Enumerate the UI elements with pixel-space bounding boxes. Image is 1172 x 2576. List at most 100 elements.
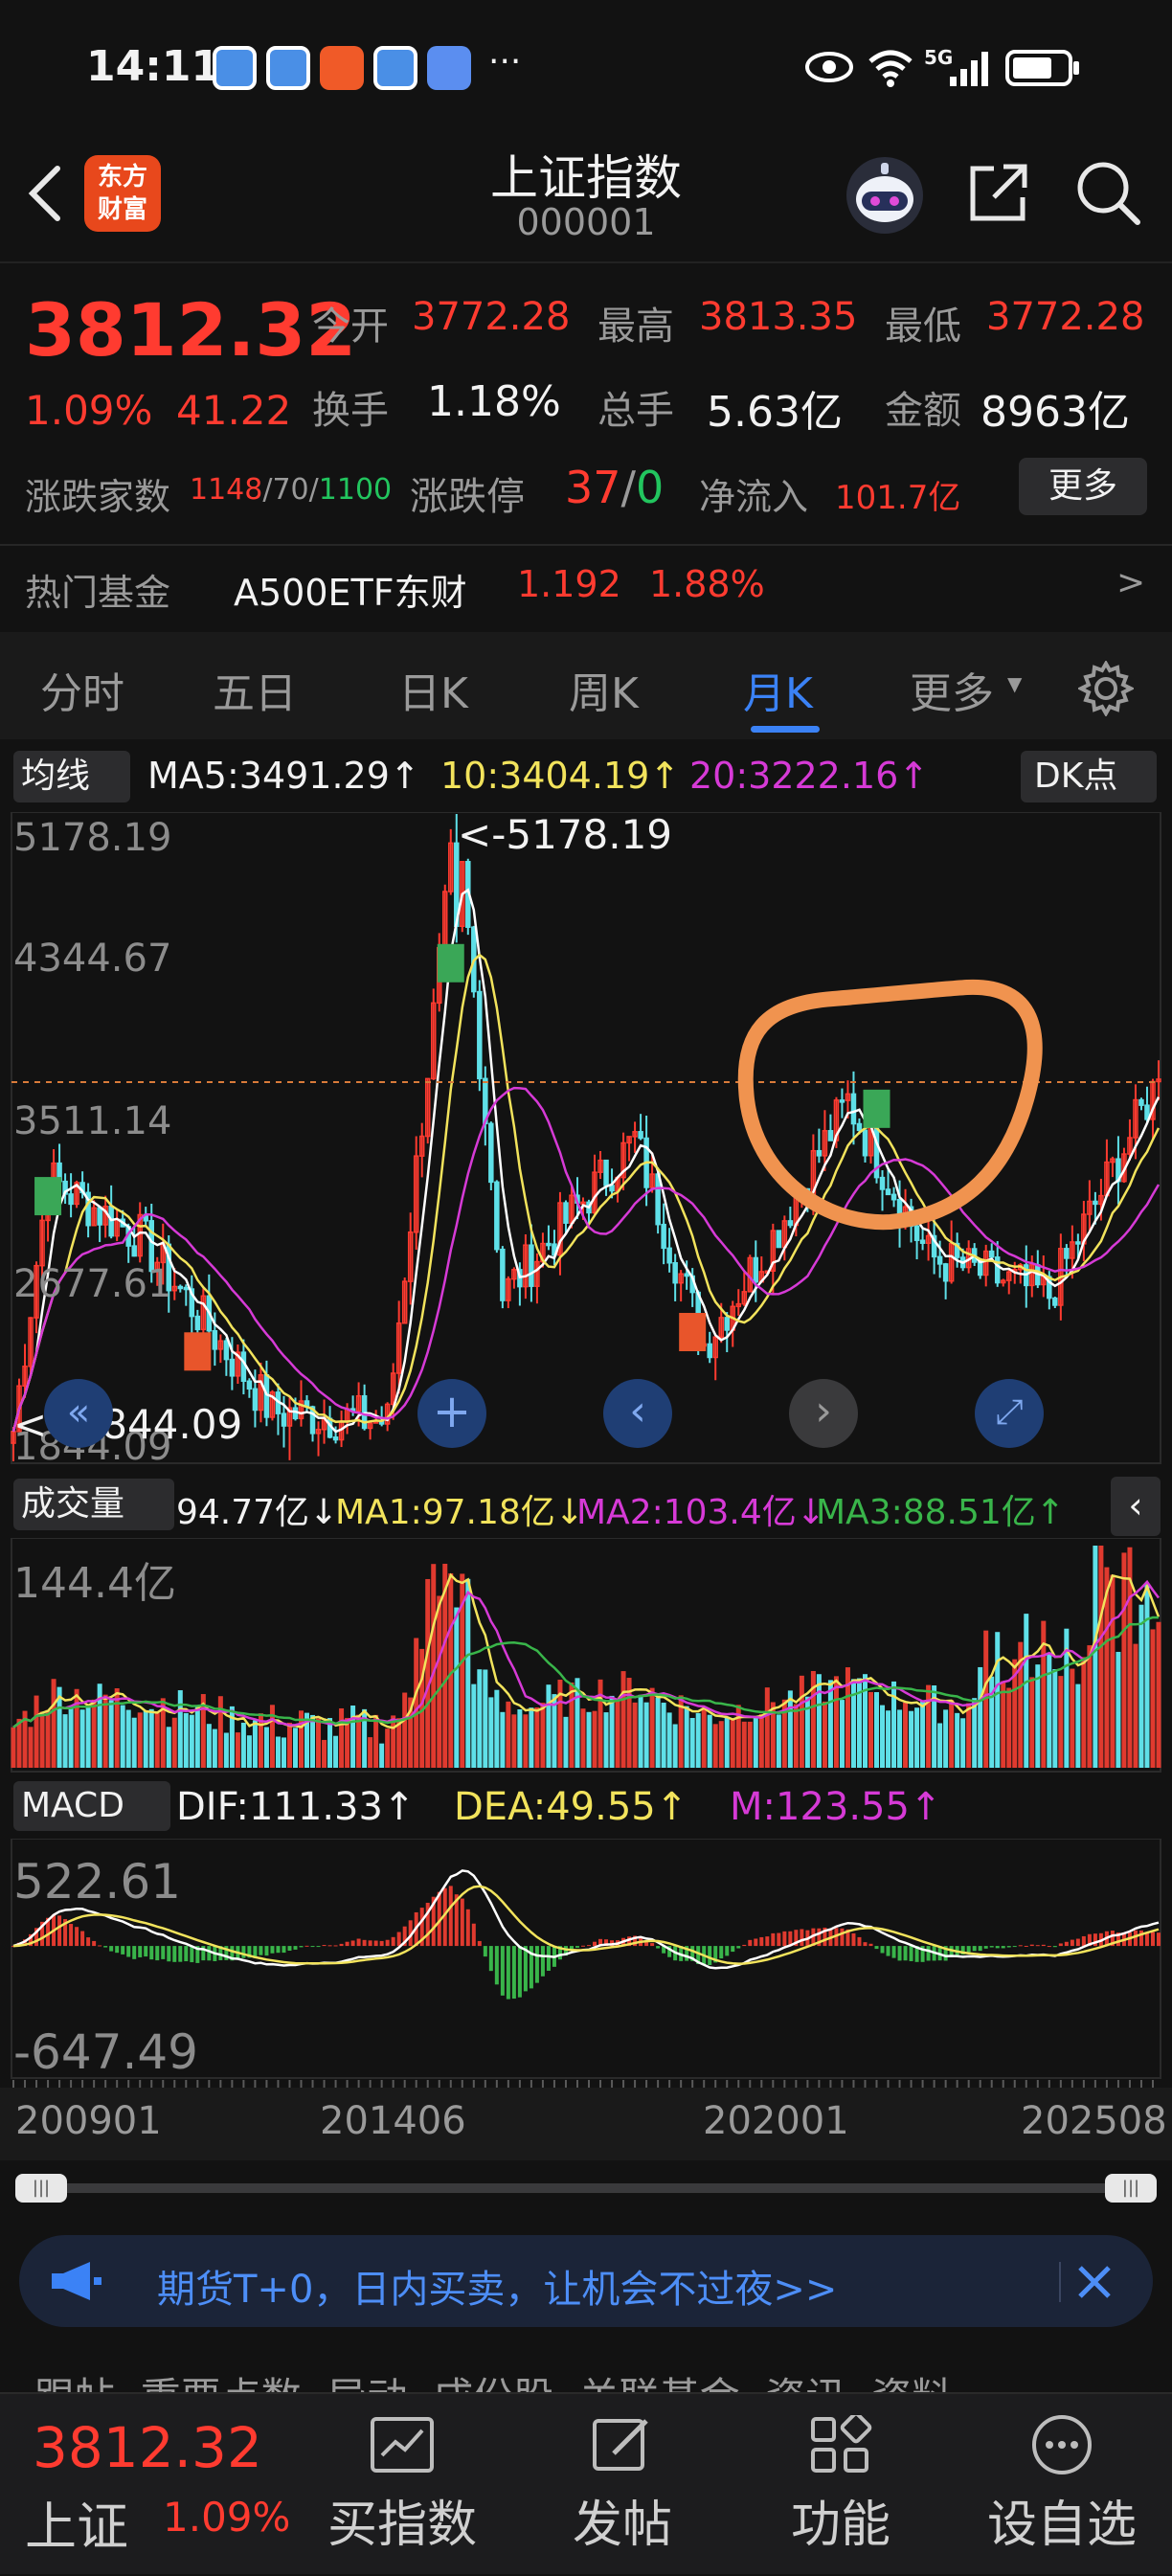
macd-histogram-bar <box>391 1936 395 1947</box>
volume-bar <box>827 1680 833 1768</box>
add-watchlist-label: 设自选 <box>986 2497 1137 2554</box>
macd-selector[interactable]: MACD <box>13 1781 170 1831</box>
robot-assistant-icon[interactable] <box>843 153 927 237</box>
close-icon[interactable] <box>1072 2260 1116 2304</box>
low-label: 最低 <box>885 305 961 349</box>
battery-icon <box>1005 50 1079 86</box>
zoom-in-button[interactable]: + <box>417 1379 486 1448</box>
amount-value: 8963亿 <box>980 388 1130 437</box>
y-label-3: 3511.14 <box>13 1099 171 1143</box>
candle-body <box>890 1193 897 1201</box>
volume-bar <box>171 1717 177 1768</box>
scroll-left-button[interactable]: ‹ <box>603 1379 672 1448</box>
active-tab-indicator <box>751 726 820 733</box>
macd-histogram-bar <box>259 1946 263 1955</box>
tab-monthly-k[interactable]: 月K <box>743 659 813 720</box>
volume-bar <box>529 1707 534 1768</box>
search-icon[interactable] <box>1074 159 1143 228</box>
macd-histogram-bar <box>282 1946 286 1954</box>
macd-chart: 522.61 -647.49 <box>0 1839 1172 2090</box>
scroll-right-button[interactable]: › <box>789 1379 858 1448</box>
index-ticker-price: 3812.32 <box>33 2415 262 2480</box>
add-watchlist-button[interactable]: 设自选 <box>971 2394 1153 2576</box>
macd-histogram-bar <box>800 1929 804 1947</box>
macd-histogram-bar <box>891 1946 896 1958</box>
ad-banner[interactable]: 期货T+0，日内买卖，让机会不过夜>> <box>19 2235 1153 2327</box>
volume-bar <box>511 1714 517 1768</box>
macd-histogram-bar <box>109 1946 114 1952</box>
candle-body <box>839 1099 845 1103</box>
change-value: 41.22 <box>176 387 292 434</box>
macd-histogram-bar <box>57 1915 62 1947</box>
settings-gear-icon[interactable] <box>1078 661 1134 716</box>
volume-bar <box>833 1676 839 1768</box>
volume-bar <box>483 1669 488 1768</box>
post-button[interactable]: 发帖 <box>536 2394 709 2576</box>
zoom-out-button[interactable]: « <box>44 1379 113 1448</box>
volume-bar <box>909 1710 914 1768</box>
volume-bar <box>943 1709 949 1768</box>
macd-histogram-bar <box>511 1946 516 2000</box>
fullscreen-button[interactable]: ⤢ <box>975 1379 1044 1448</box>
macd-histogram-bar <box>863 1942 868 1947</box>
volume-bar <box>816 1674 822 1768</box>
volume-bar <box>955 1712 960 1768</box>
volume-bar <box>373 1714 379 1768</box>
volume-bar <box>1087 1645 1093 1768</box>
x-label-1: 200901 <box>15 2099 162 2143</box>
macd-histogram-bar <box>886 1946 890 1956</box>
macd-histogram-bar <box>167 1946 171 1962</box>
tab-minute[interactable]: 分时 <box>40 659 124 720</box>
dk-signal-marker <box>679 1313 707 1352</box>
volume-bar <box>701 1707 707 1768</box>
share-icon[interactable] <box>965 159 1032 226</box>
candle-body <box>1064 1248 1070 1259</box>
macd-histogram-bar <box>1070 1939 1074 1947</box>
index-ticker-name: 上证 <box>25 2497 128 2557</box>
volume-selector[interactable]: 成交量 <box>13 1479 174 1530</box>
status-bar: 14:11 ··· 5G <box>0 0 1172 134</box>
range-slider[interactable]: ||| ||| <box>15 2174 1157 2203</box>
volume-bar <box>730 1719 735 1768</box>
volume-ma3: MA3:88.51亿↑ <box>816 1493 1065 1532</box>
app-icon <box>320 46 364 90</box>
tab-five-day[interactable]: 五日 <box>213 659 297 720</box>
volume-bar <box>592 1710 597 1768</box>
kline-chart[interactable]: 5178.19 4344.67 3511.14 2677.61 1844.09 … <box>0 812 1172 1465</box>
volume-bar <box>615 1701 620 1768</box>
volume-bar <box>1133 1643 1138 1768</box>
change-pct: 1.09% <box>25 387 153 434</box>
volume-bar <box>1052 1668 1058 1768</box>
hot-fund-row[interactable]: 热门基金 A500ETF东财 1.192 1.88% > <box>0 544 1172 630</box>
tab-weekly-k[interactable]: 周K <box>569 659 639 720</box>
volume-bar <box>586 1711 592 1768</box>
candle-body <box>246 1380 253 1390</box>
ma-selector[interactable]: 均线 <box>13 751 130 802</box>
dk-signal-marker <box>437 943 464 983</box>
volume-bar <box>39 1711 45 1768</box>
macd-histogram-bar <box>1006 1946 1011 1948</box>
index-ticker[interactable]: 3812.32 上证 1.09% <box>0 2394 297 2576</box>
megaphone-icon <box>52 2262 101 2300</box>
macd-histogram-bar <box>874 1946 879 1950</box>
quote-panel: 3812.32 1.09% 41.22 今开 3772.28 最高 3813.3… <box>0 266 1172 525</box>
macd-histogram-bar <box>765 1936 770 1947</box>
range-handle-right[interactable]: ||| <box>1105 2174 1157 2203</box>
ma-legend-bar: 均线 MA5:3491.29↑ 10:3404.19↑ 20:3222.16↑ … <box>0 743 1172 810</box>
candle-body <box>332 1436 339 1441</box>
dk-point-button[interactable]: DK点 <box>1021 751 1157 802</box>
candle-body <box>477 990 483 1080</box>
collapse-panel-button[interactable]: ‹ <box>1111 1477 1161 1536</box>
tab-more[interactable]: 更多 <box>910 659 994 720</box>
volume-bar <box>517 1709 523 1768</box>
more-button[interactable]: 更多 <box>1019 458 1147 515</box>
volume-bar <box>862 1674 868 1768</box>
functions-button[interactable]: 功能 <box>755 2394 927 2576</box>
volume-bar <box>488 1697 494 1768</box>
volume-bar <box>281 1737 286 1768</box>
range-handle-left[interactable]: ||| <box>15 2174 67 2203</box>
turnover-value: 1.18% <box>427 377 561 426</box>
candle-body <box>787 1220 794 1227</box>
buy-index-button[interactable]: 买指数 <box>316 2394 488 2576</box>
tab-daily-k[interactable]: 日K <box>398 659 468 720</box>
